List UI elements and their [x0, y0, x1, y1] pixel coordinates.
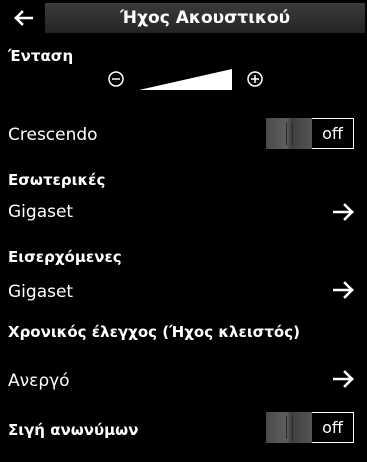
incoming-value: Gigaset — [8, 282, 74, 302]
anon-label: Σιγή ανωνύμων — [8, 421, 139, 439]
toggle-thumb — [266, 118, 312, 149]
volume-slider[interactable] — [108, 66, 268, 92]
incoming-arrow-icon[interactable] — [333, 281, 355, 299]
page-title: Ήχος Ακουστικού — [45, 3, 365, 33]
volume-decrease-icon[interactable] — [108, 71, 124, 87]
timer-label: Χρονικός έλεγχος (Ήχος κλειστός) — [8, 323, 300, 341]
crescendo-label: Crescendo — [8, 125, 98, 145]
crescendo-state: off — [312, 118, 354, 149]
back-arrow-icon — [14, 9, 33, 26]
volume-increase-icon[interactable] — [247, 71, 263, 87]
crescendo-toggle[interactable]: off — [266, 118, 354, 149]
volume-level-wedge — [139, 69, 232, 90]
internal-label: Εσωτερικές — [8, 171, 106, 189]
timer-arrow-icon[interactable] — [333, 370, 355, 388]
timer-value: Ανεργό — [8, 371, 70, 391]
back-button[interactable] — [0, 0, 46, 35]
anon-state: off — [312, 412, 354, 443]
incoming-label: Εισερχόμενες — [8, 248, 122, 266]
internal-arrow-icon[interactable] — [333, 203, 355, 221]
internal-value: Gigaset — [8, 202, 74, 222]
volume-label: Ένταση — [8, 47, 74, 65]
toggle-thumb — [266, 412, 312, 443]
header-bar: Ήχος Ακουστικού — [0, 0, 367, 35]
anon-toggle[interactable]: off — [266, 412, 354, 443]
